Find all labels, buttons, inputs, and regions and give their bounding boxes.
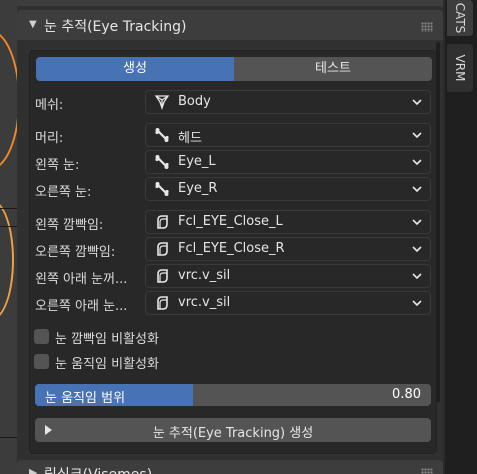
mode-tabs: 생성 테스트 [36,57,432,81]
disable-blink-checkbox[interactable]: 눈 깜빡임 비활성화 [34,328,334,347]
shape-key-icon [157,242,168,256]
expand-arrow-icon[interactable]: ▶ [29,466,37,474]
left-eye-value: Eye_L [178,154,216,169]
sidebar-region: ▼ 눈 추적(Eye Tracking) 생성 테스트 메쉬: Body 머리:… [17,0,443,474]
head-value: 헤드 [178,131,202,146]
chevron-down-icon [412,99,422,106]
tab-vrm[interactable]: VRM [447,44,473,92]
create-eye-tracking-label: 눈 추적(Eye Tracking) 생성 [152,426,314,441]
tab-create[interactable]: 생성 [36,57,234,81]
right-lower-lid-shapekey-dropdown[interactable]: vrc.v_sil [145,291,431,315]
left-blink-shapekey-dropdown[interactable]: Fcl_EYE_Close_L [145,210,431,234]
scrollbar[interactable] [436,42,440,402]
left-eye-label: 왼쪽 눈: [35,158,80,173]
chevron-down-icon [412,219,422,226]
mesh-dropdown[interactable]: Body [145,90,431,114]
left-lower-lid-label: 왼쪽 아래 눈꺼... [35,272,128,287]
right-blink-label: 오른쪽 깜빡임: [35,245,116,260]
left-lower-lid-shapekey-dropdown[interactable]: vrc.v_sil [145,264,431,288]
bone-icon [155,155,169,169]
sidebar-tabs: CATS VRM [445,0,477,474]
head-row: 머리: 헤드 [35,123,431,147]
bone-icon [155,182,169,196]
eye-tracking-box: 생성 테스트 메쉬: Body 머리: 헤드 왼쪽 눈: Eye_L 오른쪽 눈… [29,50,437,454]
right-blink-value: Fcl_EYE_Close_R [178,241,285,256]
right-eye-row: 오른쪽 눈: Eye_R [35,177,431,201]
viewport-mesh-outline [0,200,14,320]
tab-vrm-label: VRM [453,54,467,82]
left-blink-row: 왼쪽 깜빡임: Fcl_EYE_Close_L [35,210,431,234]
chevron-down-icon [412,300,422,307]
right-blink-shapekey-dropdown[interactable]: Fcl_EYE_Close_R [145,237,431,261]
tab-cats-label: CATS [453,2,467,34]
eye-tracking-panel-header[interactable]: ▼ 눈 추적(Eye Tracking) [17,10,443,40]
head-bone-dropdown[interactable]: 헤드 [145,123,431,147]
checkbox-icon[interactable] [34,329,49,344]
disable-blink-label: 눈 깜빡임 비활성화 [55,332,159,347]
chevron-down-icon [412,186,422,193]
panel-title: 눈 추적(Eye Tracking) [44,19,187,35]
left-blink-value: Fcl_EYE_Close_L [178,214,283,229]
eye-tracking-panel-body: 생성 테스트 메쉬: Body 머리: 헤드 왼쪽 눈: Eye_L 오른쪽 눈… [17,40,443,458]
right-eye-value: Eye_R [178,181,218,196]
tab-test[interactable]: 테스트 [234,57,432,81]
right-lower-lid-value: vrc.v_sil [178,295,231,310]
disable-eye-movement-label: 눈 움직임 비활성화 [55,357,159,372]
mesh-label: 메쉬: [35,98,64,113]
right-blink-row: 오른쪽 깜빡임: Fcl_EYE_Close_R [35,237,431,261]
shape-key-icon [157,215,168,229]
create-eye-tracking-button[interactable]: 눈 추적(Eye Tracking) 생성 [35,418,431,442]
collapse-arrow-icon[interactable]: ▼ [29,19,37,30]
mesh-icon [154,95,170,110]
left-lower-lid-value: vrc.v_sil [178,268,231,283]
right-lower-lid-label: 오른쪽 아래 눈... [35,299,128,314]
right-lower-lid-row: 오른쪽 아래 눈... vrc.v_sil [35,291,431,315]
disable-eye-movement-checkbox[interactable]: 눈 움직임 비활성화 [34,353,334,372]
slider-value: 0.80 [392,387,421,402]
bone-icon [155,128,169,142]
checkbox-icon[interactable] [34,354,49,369]
chevron-down-icon [412,159,422,166]
visemes-panel-header[interactable]: ▶ 립싱크(Visemes) [17,460,443,474]
eye-movement-range-slider[interactable]: 눈 움직임 범위 0.80 [35,384,431,406]
slider-label: 눈 움직임 범위 [45,391,126,406]
chevron-down-icon [412,273,422,280]
mesh-row: 메쉬: Body [35,90,431,114]
left-lower-lid-row: 왼쪽 아래 눈꺼... vrc.v_sil [35,264,431,288]
chevron-down-icon [412,246,422,253]
shape-key-icon [157,269,168,283]
previous-panel-header[interactable] [17,0,443,6]
right-eye-bone-dropdown[interactable]: Eye_R [145,177,431,201]
chevron-down-icon [412,132,422,139]
left-eye-row: 왼쪽 눈: Eye_L [35,150,431,174]
mesh-value: Body [178,94,211,109]
left-eye-bone-dropdown[interactable]: Eye_L [145,150,431,174]
drag-handle-icon[interactable] [421,468,433,474]
visemes-panel-title: 립싱크(Visemes) [44,464,152,474]
shape-key-icon [157,296,168,310]
left-blink-label: 왼쪽 깜빡임: [35,218,104,233]
head-label: 머리: [35,131,64,146]
tab-cats[interactable]: CATS [447,0,473,36]
drag-handle-icon[interactable] [421,22,433,32]
right-eye-label: 오른쪽 눈: [35,185,92,200]
